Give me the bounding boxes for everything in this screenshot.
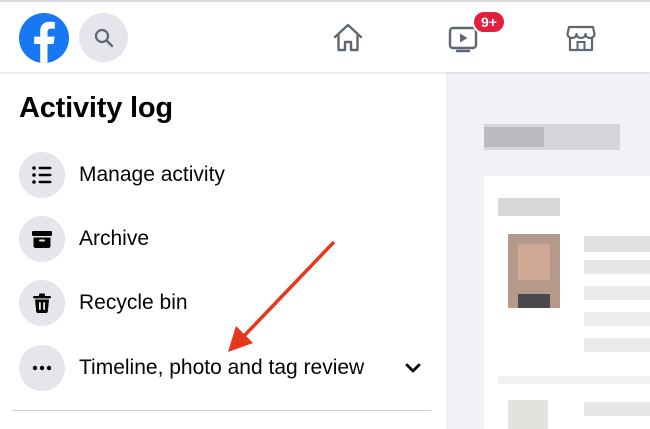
page-title: Activity log	[19, 92, 173, 124]
search-button[interactable]	[79, 13, 128, 62]
menu-item-timeline-photo-tag-review[interactable]: Timeline, photo and tag review	[19, 345, 429, 391]
list-icon	[19, 152, 65, 198]
blurred-text-line	[584, 260, 650, 274]
archive-box-icon	[19, 216, 65, 262]
menu-item-label: Recycle bin	[79, 291, 188, 314]
menu-item-label: Manage activity	[79, 163, 225, 186]
menu-item-label: Archive	[79, 227, 150, 250]
chevron-down-icon[interactable]	[402, 357, 424, 379]
menu-item-label: Timeline, photo and tag review	[79, 356, 365, 379]
blurred-heading-chunk	[484, 127, 544, 147]
more-dots-icon	[19, 345, 65, 391]
blurred-text-line	[584, 286, 650, 300]
section-divider	[12, 410, 431, 411]
blurred-text-line	[584, 236, 650, 252]
nav-home-tab[interactable]	[330, 20, 366, 56]
blurred-text-line	[584, 402, 650, 416]
blurred-content-panel	[446, 72, 650, 429]
menu-item-manage-activity[interactable]: Manage activity	[19, 152, 429, 198]
activity-log-panel: Activity log Manage activity Archive Rec…	[0, 72, 446, 429]
nav-marketplace-tab[interactable]	[563, 20, 599, 56]
blurred-face	[518, 244, 550, 280]
marketplace-store-icon	[566, 25, 596, 52]
blurred-text-line	[584, 312, 650, 326]
blurred-shirt	[518, 294, 550, 308]
menu-item-archive[interactable]: Archive	[19, 216, 429, 262]
facebook-logo-icon[interactable]	[19, 13, 69, 63]
watch-notification-badge: 9+	[472, 10, 506, 34]
blurred-date-label	[498, 198, 560, 216]
blurred-text-line	[584, 338, 650, 352]
search-icon	[94, 28, 113, 47]
blurred-thumbnail	[508, 400, 548, 429]
menu-item-recycle-bin[interactable]: Recycle bin	[19, 280, 429, 326]
top-navigation-bar: 9+	[0, 0, 650, 72]
trash-icon	[19, 280, 65, 326]
blurred-separator	[498, 376, 650, 384]
home-icon	[333, 23, 363, 52]
